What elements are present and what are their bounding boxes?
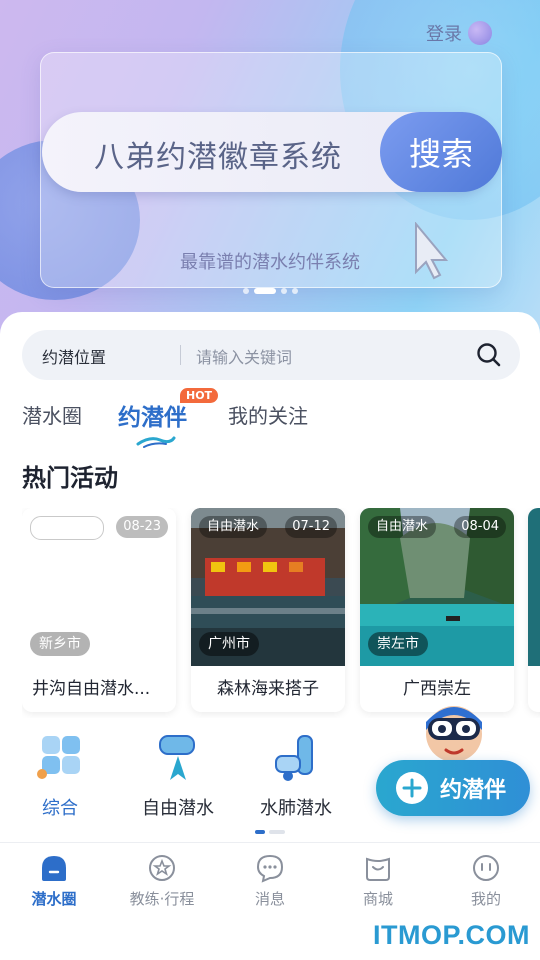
- tab-following[interactable]: 我的关注: [228, 400, 308, 429]
- activity-title: 森林海来搭子: [217, 679, 319, 699]
- search-bar[interactable]: 约潜位置 请输入关键词: [22, 330, 520, 380]
- coach-icon: [149, 855, 175, 881]
- category-label: 水肺潜水: [260, 798, 332, 819]
- shop-icon: [366, 857, 390, 881]
- tab-dive-buddy[interactable]: 约潜伴: [118, 398, 187, 432]
- nav-label: 我的: [470, 890, 501, 908]
- nav-label: 消息: [254, 890, 285, 908]
- login-label[interactable]: 登录: [426, 20, 462, 46]
- watermark: ITMOP.COM: [372, 920, 530, 950]
- divider: [180, 345, 181, 365]
- category-dot-active: [255, 830, 265, 834]
- nav-label: 教练·行程: [129, 890, 195, 908]
- hero-banner: 登录 八弟约潜徽章系统 搜索 最靠谱的潜水约伴系统: [0, 0, 540, 340]
- category-freedive[interactable]: 自由潜水: [118, 732, 238, 820]
- category-label: 综合: [42, 798, 78, 819]
- profile-icon: [473, 855, 499, 881]
- find-buddy-fab[interactable]: 约潜伴: [376, 760, 530, 816]
- bottom-nav: 潜水圈 教练·行程 消息 商城 我的: [0, 842, 540, 919]
- banner-pagination: [0, 288, 540, 294]
- nav-profile[interactable]: 我的: [432, 853, 540, 909]
- banner-search-pill[interactable]: 八弟约潜徽章系统 搜索: [42, 112, 502, 192]
- activity-title: 井沟自由潜水...: [32, 679, 151, 699]
- category-dot: [269, 830, 285, 834]
- location-filter[interactable]: 约潜位置: [42, 344, 106, 368]
- dive-circle-icon: [42, 856, 66, 881]
- activity-date: 07-12: [285, 516, 337, 538]
- fab-label: 约潜伴: [440, 778, 507, 803]
- nav-messages[interactable]: 消息: [216, 853, 324, 909]
- banner-search-button[interactable]: 搜索: [380, 112, 502, 192]
- category-all[interactable]: 综合: [0, 732, 120, 820]
- activity-city: 崇左市: [368, 632, 428, 656]
- search-input[interactable]: 请输入关键词: [196, 344, 292, 368]
- activity-card[interactable]: 08-23 新乡市 井沟自由潜水...: [22, 508, 176, 712]
- scuba-tank-icon: [275, 735, 313, 781]
- tab-dive-circle[interactable]: 潜水圈: [22, 400, 82, 429]
- category-label: 自由潜水: [142, 798, 214, 819]
- nav-coach-itinerary[interactable]: 教练·行程: [108, 853, 216, 909]
- activity-date: 08-23: [116, 516, 168, 538]
- activity-tag: 自由潜水: [368, 516, 437, 538]
- avatar-icon[interactable]: [468, 21, 492, 45]
- nav-label: 商城: [362, 890, 393, 908]
- nav-label: 潜水圈: [31, 890, 77, 908]
- activity-card[interactable]: 自由潜水 08-04 崇左市 广西崇左: [360, 508, 514, 712]
- activity-city: 新乡市: [30, 632, 90, 656]
- banner-dot-active[interactable]: [253, 288, 276, 294]
- nav-shop[interactable]: 商城: [324, 853, 432, 909]
- hot-badge: HOT: [180, 388, 219, 403]
- section-title: 热门活动: [22, 464, 118, 492]
- cursor-icon: [415, 222, 448, 280]
- activity-card-peek[interactable]: [528, 508, 540, 712]
- category-scuba[interactable]: 水肺潜水: [236, 732, 356, 820]
- banner-tagline: 最靠谱的潜水约伴系统: [180, 252, 360, 273]
- banner-dot[interactable]: [242, 288, 249, 294]
- banner-dot[interactable]: [291, 288, 298, 294]
- activity-tag: 自由潜水: [199, 516, 268, 538]
- grid-icon: [37, 736, 80, 779]
- activity-city: 广州市: [199, 632, 259, 656]
- category-pagination: [0, 830, 540, 834]
- login-link[interactable]: 登录: [426, 20, 492, 46]
- message-icon: [256, 854, 284, 883]
- mascot-diver-icon: [426, 706, 482, 762]
- activity-image: [528, 508, 540, 666]
- activity-tag: [30, 516, 104, 540]
- tab-bar: 潜水圈 约潜伴 HOT 我的关注: [22, 388, 522, 450]
- banner-title: 八弟约潜徽章系统: [94, 140, 342, 175]
- tab-active-indicator: [136, 436, 176, 448]
- search-icon[interactable]: [476, 342, 502, 368]
- activity-card[interactable]: 自由潜水 07-12 广州市 森林海来搭子: [191, 508, 345, 712]
- nav-dive-circle[interactable]: 潜水圈: [0, 853, 108, 909]
- plus-icon: [396, 772, 428, 804]
- diving-mask-icon: [159, 735, 195, 780]
- banner-dot[interactable]: [280, 288, 287, 294]
- activity-carousel[interactable]: 08-23 新乡市 井沟自由潜水... 自由潜水 07-12 广州市 森林海来搭…: [22, 508, 540, 718]
- activity-date: 08-04: [454, 516, 506, 538]
